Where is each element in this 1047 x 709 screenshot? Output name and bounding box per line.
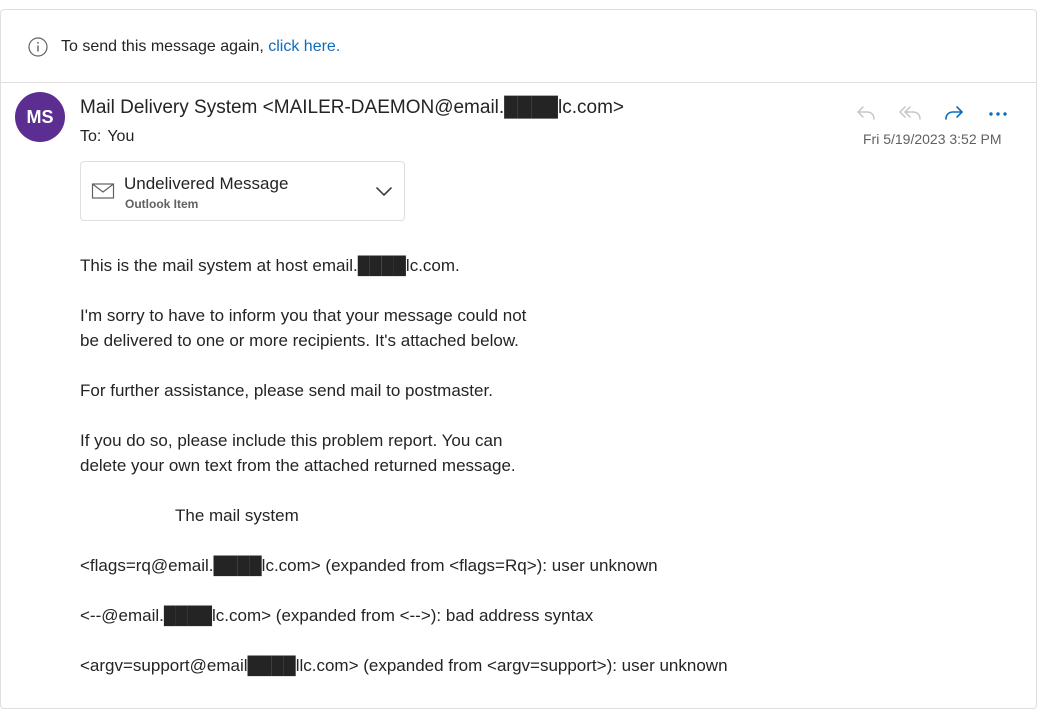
avatar[interactable]: MS xyxy=(15,92,65,142)
message-actions xyxy=(848,98,1016,128)
message-body: This is the mail system at host email.██… xyxy=(80,253,728,703)
error-line: <flags=rq@email.████lc.com> (expanded fr… xyxy=(80,556,658,575)
to-value[interactable]: You xyxy=(107,128,134,145)
reply-button[interactable] xyxy=(848,98,884,128)
reply-all-icon xyxy=(899,106,921,120)
body-paragraph: I'm sorry to have to inform you that you… xyxy=(80,303,728,353)
banner-message: To send this message again, click here. xyxy=(61,37,340,57)
reply-all-button[interactable] xyxy=(892,98,928,128)
more-button[interactable] xyxy=(980,98,1016,128)
error-line: <--@email.████lc.com> (expanded from <--… xyxy=(80,606,594,625)
body-paragraph: This is the mail system at host email.██… xyxy=(80,256,460,275)
forward-icon xyxy=(945,106,963,120)
banner-text: To send this message again, xyxy=(61,38,264,55)
resend-banner: To send this message again, click here. xyxy=(1,10,1036,83)
body-paragraph: For further assistance, please send mail… xyxy=(80,381,493,400)
body-line: I'm sorry to have to inform you that you… xyxy=(80,306,527,325)
sender-name[interactable]: Mail Delivery System <MAILER-DAEMON@emai… xyxy=(80,96,624,120)
attachment-card[interactable]: Undelivered Message Outlook Item xyxy=(80,161,405,221)
timestamp: Fri 5/19/2023 3:52 PM xyxy=(863,131,1002,147)
recipient-line: To: You xyxy=(80,127,134,147)
body-paragraph: If you do so, please include this proble… xyxy=(80,428,728,478)
reply-icon xyxy=(857,106,875,120)
body-line: If you do so, please include this proble… xyxy=(80,431,503,450)
resend-link[interactable]: click here. xyxy=(268,38,340,55)
more-icon xyxy=(989,112,1007,116)
attachment-type: Outlook Item xyxy=(125,197,199,211)
attachment-name: Undelivered Message xyxy=(124,174,289,193)
forward-button[interactable] xyxy=(936,98,972,128)
info-icon xyxy=(28,37,48,57)
body-line: be delivered to one or more recipients. … xyxy=(80,331,519,350)
error-line: <argv=support@email████llc.com> (expande… xyxy=(80,656,728,675)
envelope-icon xyxy=(91,183,115,199)
chevron-down-icon[interactable] xyxy=(375,182,393,200)
body-line: delete your own text from the attached r… xyxy=(80,456,516,475)
signature-line: The mail system xyxy=(175,506,299,525)
to-label: To: xyxy=(80,128,102,145)
